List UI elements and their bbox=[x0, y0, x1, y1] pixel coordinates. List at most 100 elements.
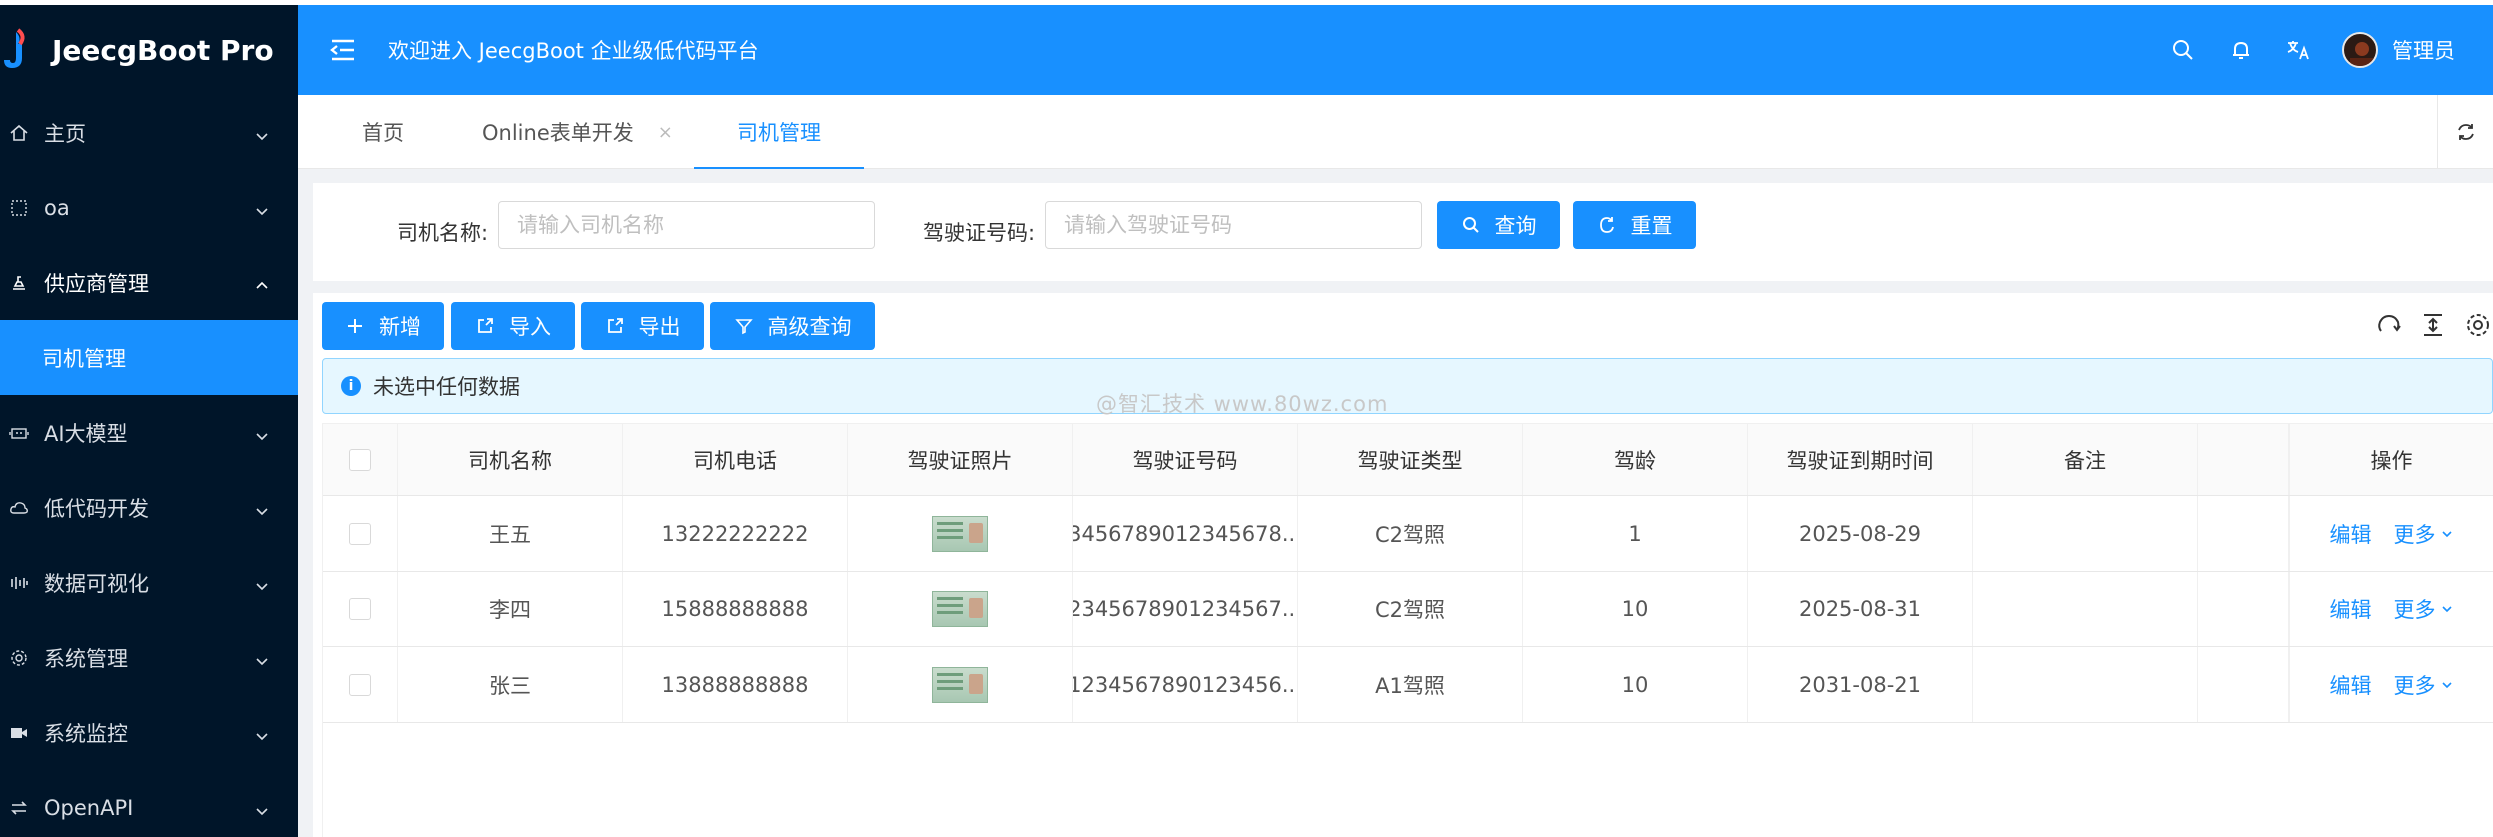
license-photo-thumbnail[interactable] bbox=[932, 591, 988, 627]
sidebar-item-lowcode[interactable]: 低代码开发 bbox=[0, 470, 298, 545]
spacer-cell bbox=[2198, 424, 2289, 495]
more-dropdown[interactable]: 更多 bbox=[2394, 594, 2454, 624]
tab-label: Online表单开发 bbox=[482, 121, 634, 145]
reload-icon bbox=[1597, 215, 1617, 235]
edit-link[interactable]: 编辑 bbox=[2330, 670, 2372, 700]
query-button[interactable]: 查询 bbox=[1437, 201, 1560, 249]
chevron-down-icon bbox=[254, 500, 270, 516]
sidebar-item-home[interactable]: 主页 bbox=[0, 95, 298, 170]
sidebar-item-dataviz[interactable]: 数据可视化 bbox=[0, 545, 298, 620]
column-header[interactable]: 驾驶证到期时间 bbox=[1748, 424, 1973, 495]
chevron-down-icon bbox=[2441, 681, 2452, 688]
chevron-down-icon bbox=[254, 575, 270, 591]
select-all-checkbox[interactable] bbox=[349, 448, 371, 471]
chevron-down-icon bbox=[254, 725, 270, 741]
import-icon bbox=[475, 316, 495, 336]
tab-home[interactable]: 首页 bbox=[362, 95, 404, 169]
reload-icon[interactable] bbox=[2437, 95, 2493, 169]
cell-type: A1驾照 bbox=[1298, 647, 1523, 722]
spacer-cell bbox=[2198, 647, 2289, 722]
username[interactable]: 管理员 bbox=[2392, 35, 2455, 65]
driver-name-input[interactable] bbox=[498, 201, 875, 249]
sidebar-item-ai[interactable]: AI大模型 bbox=[0, 395, 298, 470]
sidebar-item-label: 低代码开发 bbox=[44, 496, 149, 521]
cloud-icon bbox=[8, 497, 30, 519]
more-label: 更多 bbox=[2393, 522, 2436, 547]
cell-years: 10 bbox=[1523, 572, 1748, 646]
spacer-cell bbox=[2198, 496, 2289, 571]
export-button-label: 导出 bbox=[638, 315, 681, 339]
selection-alert: i 未选中任何数据 bbox=[322, 358, 2493, 414]
license-photo-thumbnail[interactable] bbox=[932, 666, 988, 703]
import-button[interactable]: 导入 bbox=[451, 302, 575, 350]
search-icon[interactable] bbox=[2168, 35, 2198, 65]
settings-icon[interactable] bbox=[2463, 310, 2493, 340]
column-header: 操作 bbox=[2289, 424, 2493, 495]
cell-actions: 编辑 更多 bbox=[2289, 496, 2493, 571]
cell-years: 10 bbox=[1523, 647, 1748, 722]
column-header[interactable]: 司机电话 bbox=[623, 424, 848, 495]
column-header[interactable]: 驾驶证照片 bbox=[848, 424, 1073, 495]
sidebar-item-openapi[interactable]: OpenAPI bbox=[0, 770, 298, 837]
density-icon[interactable] bbox=[2418, 310, 2448, 340]
bell-icon[interactable] bbox=[2226, 35, 2256, 65]
refresh-table-icon[interactable] bbox=[2374, 310, 2404, 340]
advanced-query-button[interactable]: 高级查询 bbox=[710, 302, 875, 350]
cell-expire: 2025-08-29 bbox=[1748, 496, 1973, 571]
cell-remark bbox=[1973, 572, 2198, 646]
row-checkbox[interactable] bbox=[349, 598, 371, 620]
more-dropdown[interactable]: 更多 bbox=[2394, 519, 2454, 549]
reset-button[interactable]: 重置 bbox=[1573, 201, 1696, 249]
select-all-cell bbox=[323, 424, 398, 495]
query-button-label: 查询 bbox=[1494, 214, 1537, 238]
avatar[interactable] bbox=[2342, 32, 2378, 68]
cell-license: 3456789012345678... bbox=[1073, 496, 1298, 571]
sidebar-item-monitor[interactable]: 系统监控 bbox=[0, 695, 298, 770]
row-select-cell bbox=[323, 647, 398, 722]
edit-link[interactable]: 编辑 bbox=[2330, 519, 2372, 549]
license-photo-thumbnail[interactable] bbox=[932, 515, 988, 552]
home-icon bbox=[8, 122, 30, 144]
sidebar-item-supplier[interactable]: 供应商管理 bbox=[0, 245, 298, 320]
tab-online-form[interactable]: Online表单开发 × bbox=[482, 95, 673, 169]
chevron-down-icon bbox=[254, 800, 270, 816]
column-header[interactable]: 驾驶证类型 bbox=[1298, 424, 1523, 495]
add-button[interactable]: 新增 bbox=[322, 302, 444, 350]
table-row[interactable]: 王五 13222222222 3456789012345678... C2驾照 … bbox=[323, 496, 2493, 572]
column-header[interactable]: 驾龄 bbox=[1523, 424, 1748, 495]
license-number-label: 驾驶证号码: bbox=[923, 221, 1036, 245]
tab-driver-management[interactable]: 司机管理 bbox=[694, 95, 864, 169]
export-button[interactable]: 导出 bbox=[581, 302, 704, 350]
table-row[interactable]: 李四 15888888888 2345678901234567... C2驾照 … bbox=[323, 572, 2493, 647]
cell-type: C2驾照 bbox=[1298, 496, 1523, 571]
tab-bar: 首页 Online表单开发 × 司机管理 bbox=[298, 95, 2493, 169]
close-icon[interactable]: × bbox=[658, 122, 673, 143]
cell-phone: 13888888888 bbox=[623, 647, 848, 722]
sidebar-item-label: OpenAPI bbox=[44, 795, 134, 820]
license-number-input[interactable] bbox=[1045, 201, 1422, 249]
swap-icon bbox=[8, 797, 30, 819]
translate-icon[interactable] bbox=[2284, 35, 2314, 65]
logo[interactable]: JeecgBoot Pro bbox=[0, 5, 298, 95]
column-header[interactable]: 司机名称 bbox=[398, 424, 623, 495]
sidebar-item-system[interactable]: 系统管理 bbox=[0, 620, 298, 695]
more-dropdown[interactable]: 更多 bbox=[2394, 670, 2454, 700]
sidebar-item-label: 系统管理 bbox=[44, 646, 128, 671]
menu-fold-icon[interactable] bbox=[326, 33, 360, 67]
table-row[interactable]: 张三 13888888888 1234567890123456... A1驾照 … bbox=[323, 647, 2493, 723]
column-header[interactable]: 驾驶证号码 bbox=[1073, 424, 1298, 495]
row-checkbox[interactable] bbox=[349, 673, 371, 696]
row-select-cell bbox=[323, 496, 398, 571]
more-label: 更多 bbox=[2393, 598, 2436, 622]
edit-link[interactable]: 编辑 bbox=[2330, 594, 2372, 624]
sidebar-item-oa[interactable]: oa bbox=[0, 170, 298, 245]
sidebar-item-label: 供应商管理 bbox=[44, 271, 149, 296]
cell-name: 张三 bbox=[398, 647, 623, 722]
column-header[interactable]: 备注 bbox=[1973, 424, 2198, 495]
row-checkbox[interactable] bbox=[349, 522, 371, 545]
table-header-row: 司机名称 司机电话 驾驶证照片 驾驶证号码 驾驶证类型 驾龄 驾驶证到期时间 备… bbox=[323, 424, 2493, 496]
cell-photo bbox=[848, 647, 1073, 722]
search-form: 司机名称: 驾驶证号码: 查询 重置 bbox=[313, 183, 2493, 281]
sidebar-item-label: 系统监控 bbox=[44, 721, 128, 746]
sidebar-subitem-driver[interactable]: 司机管理 bbox=[0, 320, 298, 395]
